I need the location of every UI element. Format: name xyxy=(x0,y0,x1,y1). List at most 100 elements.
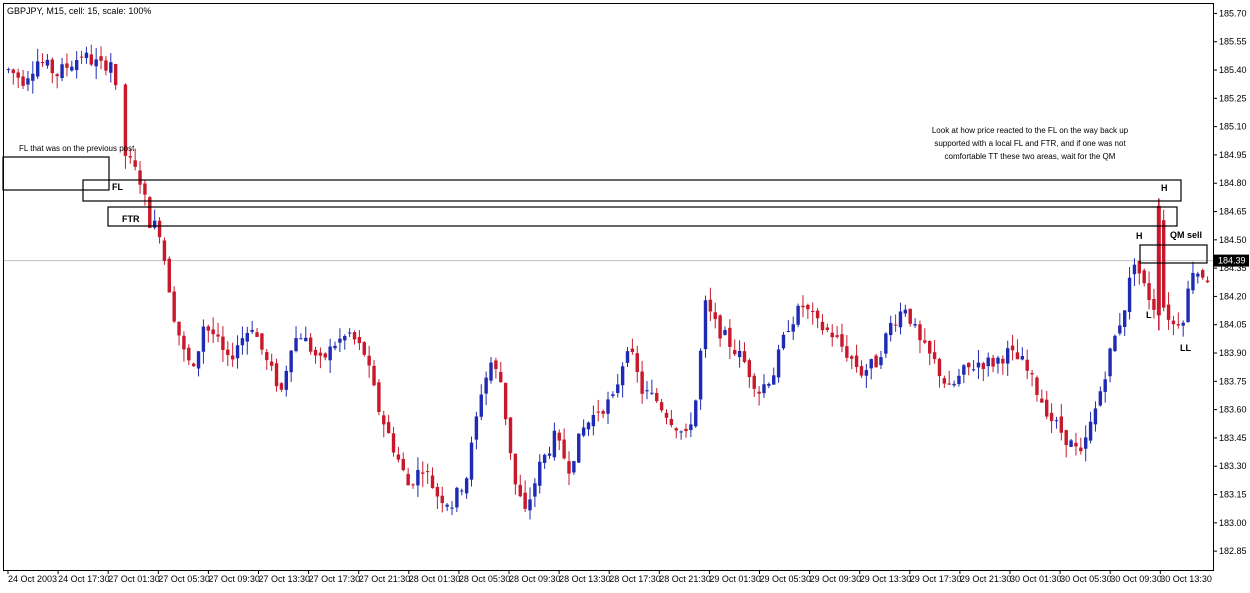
note-line-2: supported with a local FL and FTR, and i… xyxy=(934,139,1126,148)
candle-body xyxy=(226,349,230,356)
candle-body xyxy=(377,382,381,412)
candle-body xyxy=(854,355,859,368)
y-tick-label: 184.50 xyxy=(1219,235,1247,245)
y-tick-label: 185.55 xyxy=(1219,37,1247,47)
candle-body xyxy=(786,331,791,333)
candle-body xyxy=(772,375,776,385)
candle-body xyxy=(50,59,55,74)
x-tick-label: 28 Oct 01:30 xyxy=(409,574,461,584)
x-tick-label: 28 Oct 21:30 xyxy=(659,574,711,584)
x-tick-label: 27 Oct 17:30 xyxy=(309,574,361,584)
candle-body xyxy=(260,333,264,350)
candle-body xyxy=(869,359,873,369)
x-tick-label: 29 Oct 05:30 xyxy=(760,574,812,584)
candle-body xyxy=(991,357,995,367)
candle-body xyxy=(152,220,157,228)
candle-body xyxy=(1103,379,1107,392)
fl-label: FL xyxy=(112,182,123,192)
candle-body xyxy=(279,383,284,390)
x-tick-label: 24 Oct 2003 xyxy=(8,574,57,584)
candle-body xyxy=(1181,322,1185,326)
candle-body xyxy=(635,353,639,372)
candle-body xyxy=(1205,280,1210,283)
candle-body xyxy=(538,461,542,486)
candle-body xyxy=(143,183,147,195)
candle-body xyxy=(445,504,449,507)
candle-body xyxy=(606,399,610,414)
candle-body xyxy=(737,350,742,358)
candle-body xyxy=(367,355,371,366)
current-price-label: 184.39 xyxy=(1218,256,1246,266)
candle-body xyxy=(957,375,961,385)
candle-body xyxy=(455,487,459,508)
x-axis: 24 Oct 2003 24 Oct 17:3027 Oct 01:3027 Oc… xyxy=(7,570,1212,584)
y-tick-label: 183.30 xyxy=(1219,461,1247,471)
y-tick-label: 185.25 xyxy=(1219,93,1247,103)
l-label: L xyxy=(1146,310,1152,320)
y-tick-label: 184.05 xyxy=(1219,320,1247,330)
candle-body xyxy=(981,363,986,369)
candle-body xyxy=(474,416,479,440)
x-tick-label: 30 Oct 01:30 xyxy=(1010,574,1062,584)
h-label-top: H xyxy=(1161,183,1168,193)
candle-body xyxy=(343,336,347,341)
candle-body xyxy=(1147,283,1151,301)
candle-body xyxy=(499,371,503,383)
candle-body xyxy=(513,453,518,485)
y-tick-label: 183.15 xyxy=(1219,490,1247,500)
candle-body xyxy=(859,366,864,376)
candle-body xyxy=(401,458,405,471)
candle-body xyxy=(113,63,118,86)
candle-body xyxy=(211,329,215,335)
candle-body xyxy=(372,365,376,386)
candle-body xyxy=(104,60,108,71)
x-tick-label: 30 Oct 09:30 xyxy=(1110,574,1162,584)
candle-body xyxy=(908,308,912,324)
candle-body xyxy=(708,299,713,312)
ftr-zone-box xyxy=(107,206,1178,227)
candle-body xyxy=(947,383,951,385)
candle-body xyxy=(1196,273,1200,277)
candle-body xyxy=(698,350,703,400)
spike-body xyxy=(1156,205,1161,316)
candle-body xyxy=(562,439,566,459)
candle-body xyxy=(26,78,30,85)
x-tick-label: 27 Oct 01:30 xyxy=(108,574,160,584)
candle-body xyxy=(416,469,420,486)
candle-body xyxy=(35,61,40,77)
candle-body xyxy=(874,355,878,368)
ftr-label: FTR xyxy=(122,214,140,224)
candle-body xyxy=(494,360,498,369)
x-tick-label: 29 Oct 09:30 xyxy=(810,574,862,584)
x-tick-label: 30 Oct 13:30 xyxy=(1160,574,1212,584)
x-tick-label: 28 Oct 13:30 xyxy=(559,574,611,584)
candle-body xyxy=(747,360,752,378)
candle-body xyxy=(221,336,225,350)
candle-body xyxy=(942,378,947,384)
candle-body xyxy=(664,412,669,418)
candle-body xyxy=(352,332,357,340)
candle-body xyxy=(31,73,35,81)
candle-body xyxy=(304,337,308,342)
candle-body xyxy=(172,291,176,322)
candles-layer xyxy=(6,44,1210,520)
candle-body xyxy=(406,473,410,486)
candle-body xyxy=(1191,272,1195,291)
candle-body xyxy=(386,422,391,434)
candle-body xyxy=(157,220,162,238)
candle-body xyxy=(723,330,727,335)
candle-body xyxy=(864,370,869,376)
candle-body xyxy=(391,433,396,453)
candle-body xyxy=(1015,352,1020,360)
qm-sell-label: QM sell xyxy=(1170,230,1202,240)
candle-body xyxy=(65,63,69,68)
candle-body xyxy=(625,351,630,363)
candle-body xyxy=(659,402,664,411)
candle-body xyxy=(1161,220,1166,308)
candle-body xyxy=(801,305,805,308)
candle-body xyxy=(1020,356,1025,360)
y-axis: 185.70 185.55 185.40 185.25 185.10 184.95 184.… xyxy=(1213,8,1249,556)
candle-body xyxy=(411,484,415,486)
candle-body xyxy=(1064,430,1068,446)
candle-body xyxy=(1093,408,1098,425)
